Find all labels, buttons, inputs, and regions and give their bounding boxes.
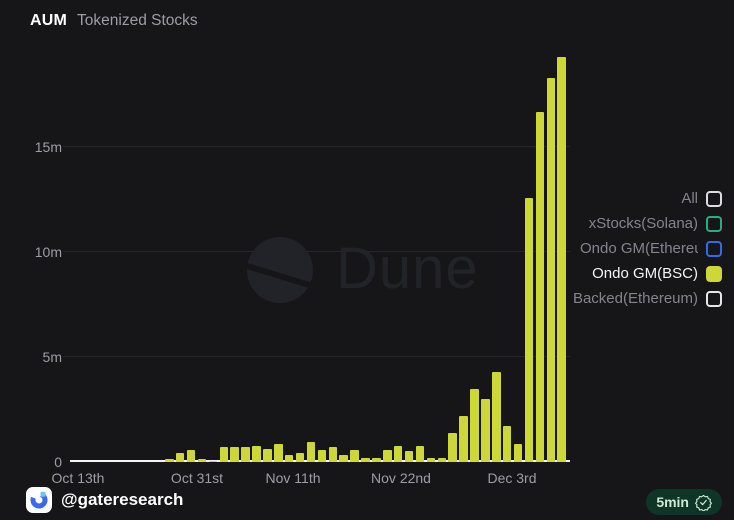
bar [470,389,479,462]
time-badge-label: 5min [656,494,689,510]
bar [230,447,239,462]
time-badge: 5min [646,489,722,515]
x-axis-label: Dec 3rd [487,470,536,486]
bar [252,446,261,462]
gate-logo-icon [26,487,52,513]
chart-title: AUM [30,12,67,30]
bar [307,442,316,462]
bar [448,433,457,462]
bar [492,372,501,462]
attribution: @gateresearch [26,487,183,513]
author-handle: @gateresearch [61,490,183,510]
bar [481,399,490,462]
legend-item-label: All [681,190,698,207]
bar [274,444,283,462]
bar [405,451,414,462]
bar [165,459,174,462]
legend-item-ondo-gm-bsc[interactable]: Ondo GM(BSC) [573,261,722,286]
legend-swatch-icon [706,216,722,232]
bar [372,458,381,462]
bar [438,458,447,462]
bar [198,459,207,462]
legend: All xStocks(Solana) Ondo GM(Ethereum) Ondo … [573,186,722,311]
bar [209,461,218,462]
chart-subtitle: Tokenized Stocks [77,12,198,30]
dune-chart-card: AUM Tokenized Stocks Dune 05m10m15m Oct … [0,0,734,520]
bar [394,446,403,462]
bar [427,458,436,462]
x-axis-label: Nov 22nd [371,470,431,486]
legend-item-xstocks-solana[interactable]: xStocks(Solana) [573,211,722,236]
bar [383,450,392,462]
x-axis-label: Nov 11th [266,470,321,486]
bar [350,450,359,462]
legend-item-all[interactable]: All [573,186,722,211]
legend-item-backed-ethereum[interactable]: Backed(Ethereum) [573,286,722,311]
verified-check-icon [695,494,712,511]
bar [220,447,229,462]
plot-area[interactable] [45,55,570,462]
bar [361,458,370,462]
bar [296,453,305,462]
legend-item-ondo-gm-ethereum[interactable]: Ondo GM(Ethereum) [573,236,722,261]
bar [263,449,272,462]
bar [416,446,425,462]
bar [525,198,534,462]
chart-header: AUM Tokenized Stocks [30,12,198,30]
bar [514,444,523,462]
bar [285,455,294,462]
bar [503,426,512,462]
bar [187,450,196,462]
bar [547,78,556,462]
bar [557,57,566,462]
bar [339,455,348,462]
legend-swatch-icon [706,291,722,307]
x-axis-label: Oct 31st [171,470,223,486]
x-axis-label: Oct 13th [52,470,105,486]
legend-item-label: Backed(Ethereum) [573,290,698,307]
legend-item-label: Ondo GM(Ethereum) [580,240,698,257]
legend-item-label: Ondo GM(BSC) [592,265,698,282]
legend-item-label: xStocks(Solana) [589,215,698,232]
legend-swatch-icon [706,241,722,257]
bar [176,453,185,462]
bar [536,112,545,462]
legend-swatch-icon [706,191,722,207]
bar [329,447,338,462]
bar [459,416,468,462]
bar [241,447,250,462]
legend-swatch-icon [706,266,722,282]
bar [318,450,327,462]
